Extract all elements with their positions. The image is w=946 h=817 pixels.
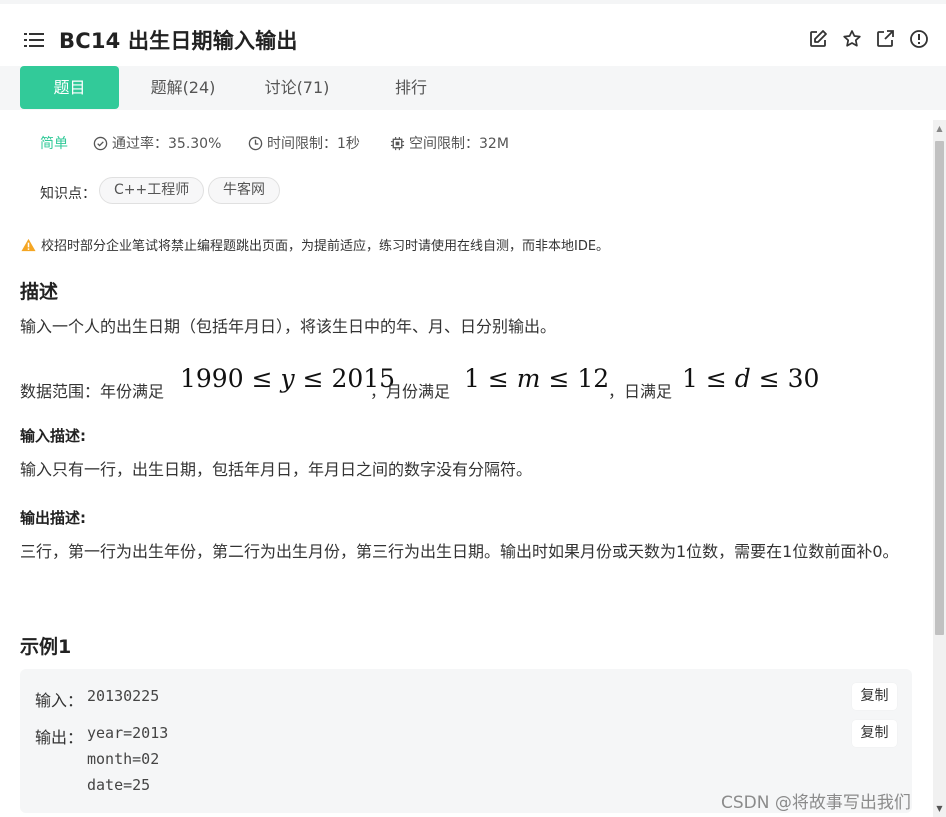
watermark: CSDN @将故事写出我们 (721, 793, 911, 813)
range-prefix: 数据范围：年份满足 (20, 382, 165, 401)
pass-rate-text: 通过率：35.30% (112, 136, 222, 152)
memory-limit: 空间限制：32M (390, 133, 509, 153)
list-menu-icon[interactable] (24, 32, 44, 48)
day-range-formula: 1 ≤ d ≤ 30 (682, 364, 820, 393)
tag-cpp-engineer[interactable]: C++工程师 (99, 177, 205, 204)
tag-nowcoder[interactable]: 牛客网 (208, 177, 280, 204)
year-range-formula: 1990 ≤ y ≤ 2015 (180, 364, 396, 393)
input-desc-heading: 输入描述: (20, 427, 86, 445)
chip-icon (390, 136, 405, 150)
scrollbar-thumb[interactable] (935, 141, 944, 635)
tab-ranking[interactable]: 排行 (378, 66, 444, 109)
scroll-up-arrow-icon[interactable]: ▲ (933, 120, 946, 138)
memory-limit-text: 空间限制：32M (409, 136, 509, 152)
time-limit: 时间限制：1秒 (248, 133, 360, 153)
clock-icon (248, 136, 263, 150)
output-desc-heading: 输出描述: (20, 509, 86, 527)
description-text: 输入一个人的出生日期（包括年月日），将该生日中的年、月、日分别输出。 (20, 317, 557, 336)
copy-input-button[interactable]: 复制 (852, 683, 897, 710)
month-range-prefix: ，月份满足 (370, 382, 451, 401)
output-desc-text: 三行，第一行为出生年份，第二行为出生月份，第三行为出生日期。输出时如果月份或天数… (20, 542, 899, 561)
scroll-down-arrow-icon[interactable]: ▼ (933, 800, 946, 817)
tab-discussion[interactable]: 讨论(71) (254, 66, 340, 109)
example-input-label: 输入： (35, 691, 84, 710)
warning-icon (21, 238, 36, 251)
warning-notice: 校招时部分企业笔试将禁止编程题跳出页面，为提前适应，练习时请使用在线自测，而非本… (21, 235, 609, 254)
info-icon[interactable] (909, 29, 929, 49)
copy-output-button[interactable]: 复制 (852, 720, 897, 747)
example-input-value: 20130225 (87, 687, 160, 705)
example-output-value: year=2013 month=02 date=25 (87, 724, 169, 794)
input-desc-text: 输入只有一行，出生日期，包括年月日，年月日之间的数字没有分隔符。 (20, 460, 533, 479)
edit-icon[interactable] (808, 29, 828, 49)
star-icon[interactable] (842, 29, 862, 49)
tab-problem[interactable]: 题目 (20, 66, 119, 109)
knowledge-label: 知识点： (40, 186, 96, 202)
external-link-icon[interactable] (875, 29, 895, 49)
day-range-prefix: ，日满足 (608, 382, 673, 401)
pass-rate: 通过率：35.30% (93, 133, 221, 153)
warning-text: 校招时部分企业笔试将禁止编程题跳出页面，为提前适应，练习时请使用在线自测，而非本… (41, 239, 610, 254)
tab-solutions[interactable]: 题解(24) (140, 66, 226, 109)
difficulty-label: 简单 (40, 136, 68, 152)
description-heading: 描述 (20, 281, 59, 303)
tab-bar: 题目 题解(24) 讨论(71) 排行 (0, 66, 946, 110)
problem-header: BC14 出生日期输入输出 (0, 4, 946, 66)
month-range-formula: 1 ≤ m ≤ 12 (464, 364, 610, 393)
problem-title: BC14 出生日期输入输出 (59, 29, 298, 53)
example-heading: 示例1 (20, 636, 72, 658)
time-limit-text: 时间限制：1秒 (267, 136, 360, 152)
example-output-label: 输出： (35, 728, 84, 747)
check-circle-icon (93, 136, 108, 150)
